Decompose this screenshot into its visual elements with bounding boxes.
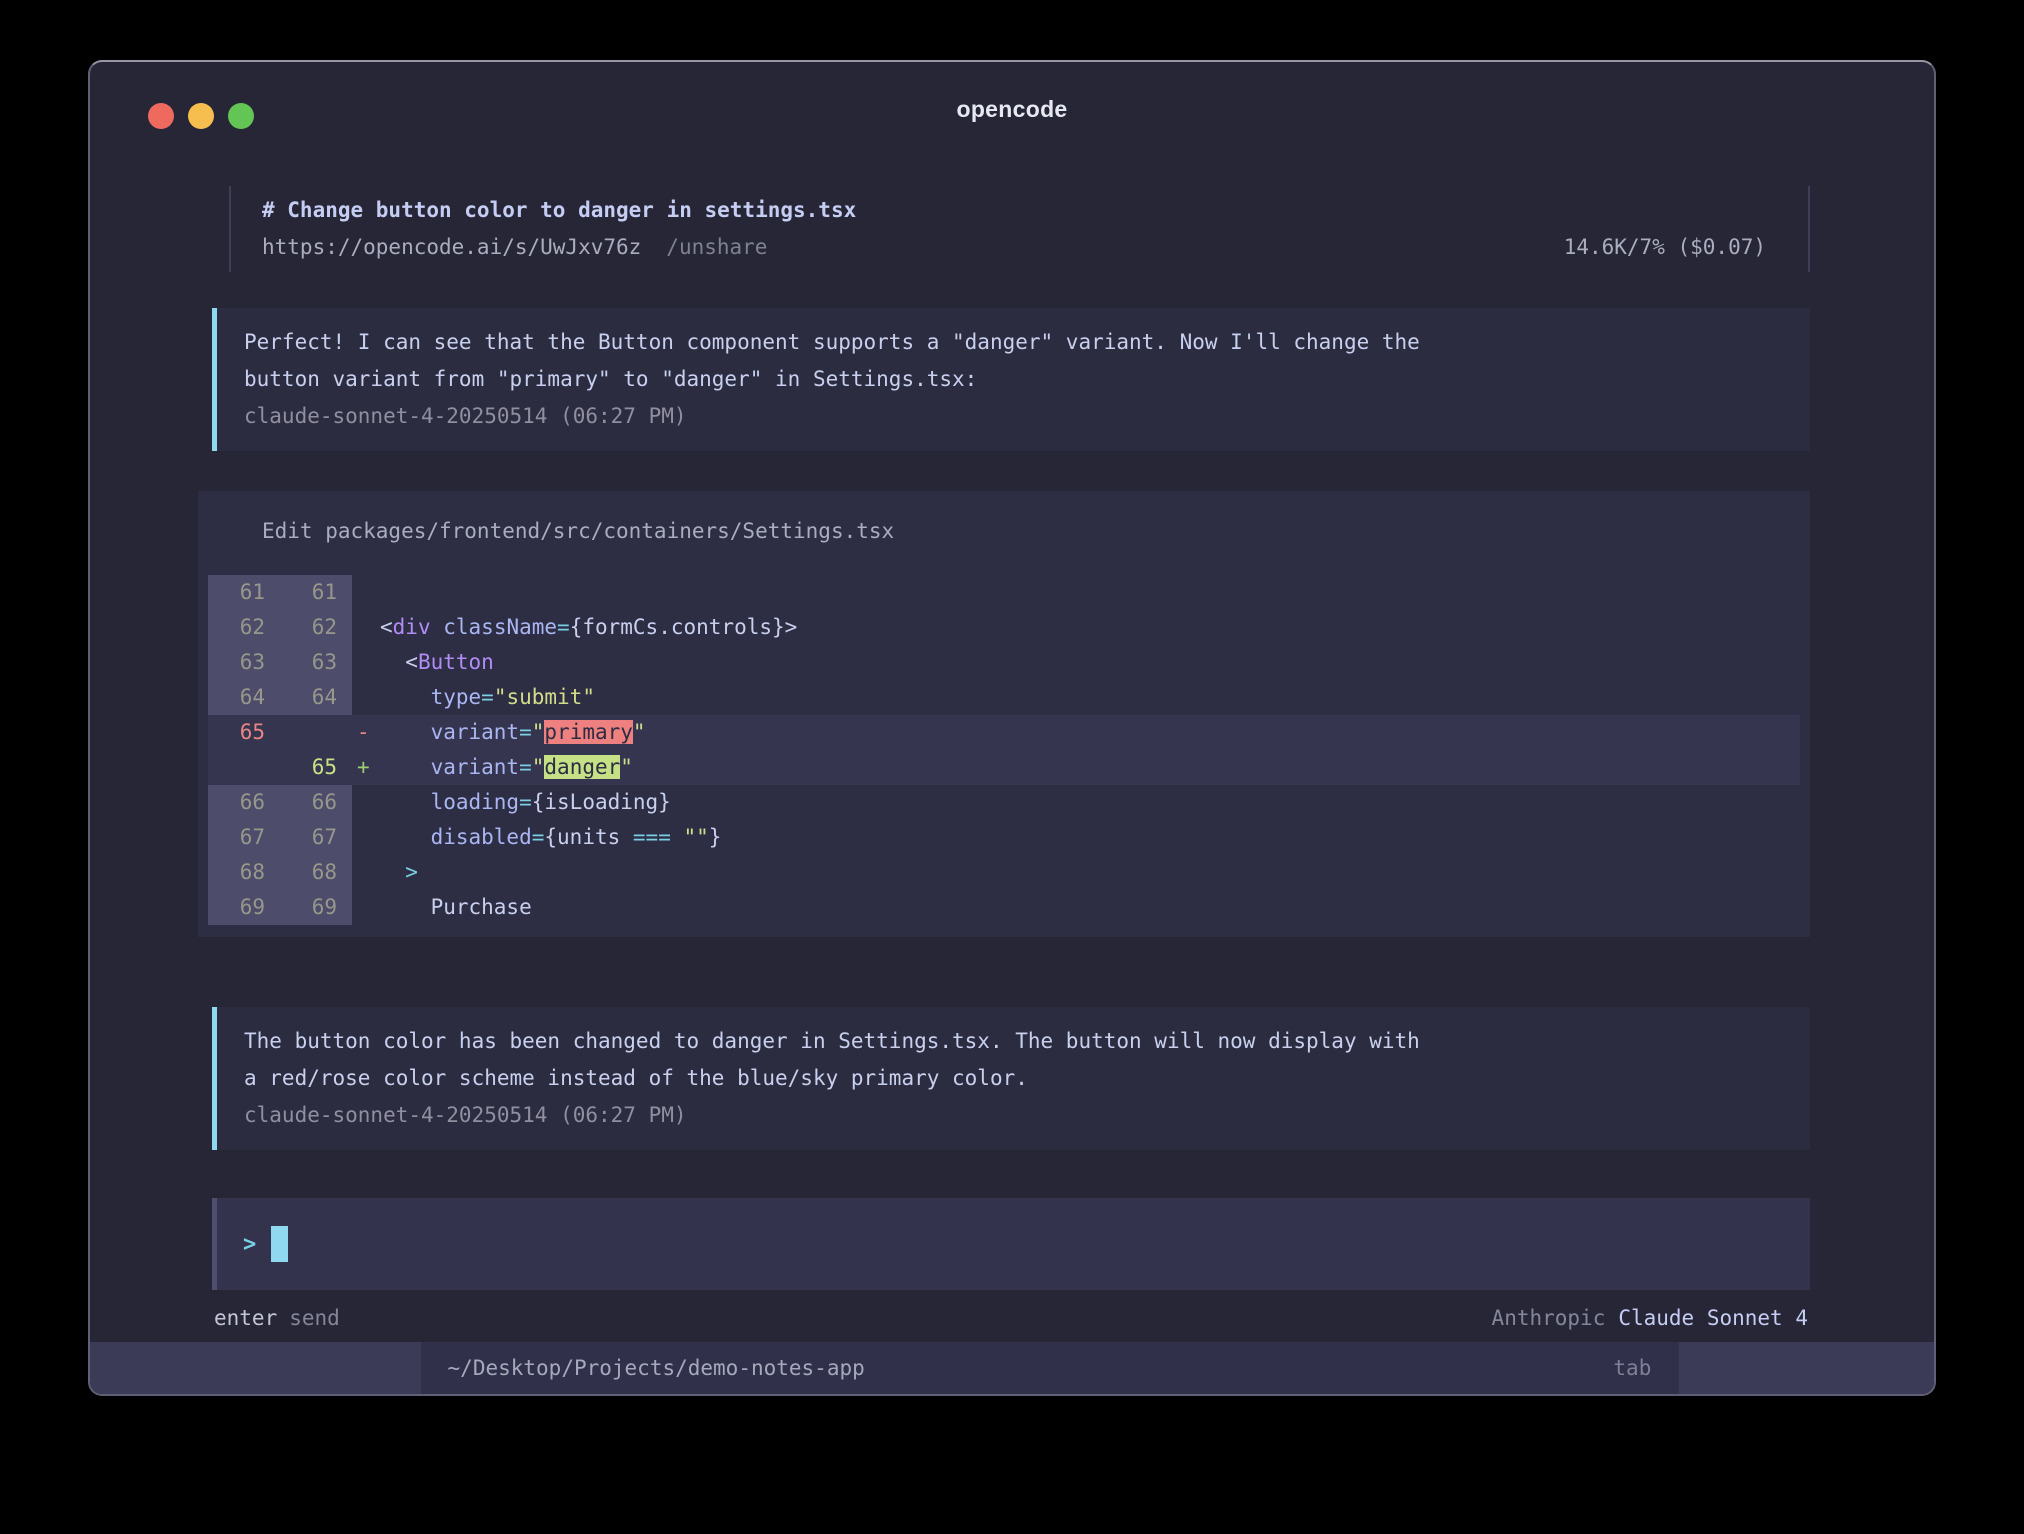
diff-sign — [352, 855, 380, 890]
diff-row: 65 - variant="primary" — [208, 715, 1800, 750]
message-line: a red/rose color scheme instead of the b… — [244, 1060, 1786, 1097]
assistant-message-2: The button color has been changed to dan… — [212, 1007, 1810, 1150]
session-header: # Change button color to danger in setti… — [229, 186, 1810, 272]
code-line — [380, 575, 1800, 610]
diff-row: 6262 <div className={formCs.controls}> — [208, 610, 1800, 645]
code-line: loading={isLoading} — [380, 785, 1800, 820]
diff-sign: + — [352, 750, 380, 785]
diff-sign — [352, 820, 380, 855]
code-line: variant="danger" — [380, 750, 1800, 785]
new-line-number: 66 — [280, 785, 352, 820]
edit-tool-title: Edit packages/frontend/src/containers/Se… — [208, 513, 1800, 549]
new-line-number: 69 — [280, 890, 352, 925]
diff-row: 6464 type="submit" — [208, 680, 1800, 715]
message-text: Perfect! I can see that the Button compo… — [244, 324, 1786, 398]
old-line-number: 64 — [208, 680, 280, 715]
session-title: # Change button color to danger in setti… — [262, 192, 1808, 229]
code-line: disabled={units === ""} — [380, 820, 1800, 855]
prompt-symbol: > — [243, 1232, 256, 1257]
code-line: <Button — [380, 645, 1800, 680]
diff-sign — [352, 680, 380, 715]
share-url-link[interactable]: https://opencode.ai/s/UwJxv76z — [262, 229, 641, 266]
code-line: variant="primary" — [380, 715, 1800, 750]
context-usage-stats: 14.6K/7% ($0.07) — [1564, 229, 1766, 266]
message-meta: claude-sonnet-4-20250514 (06:27 PM) — [244, 1097, 1786, 1134]
message-meta: claude-sonnet-4-20250514 (06:27 PM) — [244, 398, 1786, 435]
session-subline: https://opencode.ai/s/UwJxv76z /unshare … — [262, 229, 1808, 266]
diff-row: 6767 disabled={units === ""} — [208, 820, 1800, 855]
titlebar: opencode — [90, 62, 1934, 148]
statusbar-spacer — [865, 1342, 1614, 1394]
new-line-number: 62 — [280, 610, 352, 645]
diff-sign — [352, 610, 380, 645]
tab-key-hint: tab — [1613, 1342, 1679, 1394]
new-line-number: 67 — [280, 820, 352, 855]
code-line: <div className={formCs.controls}> — [380, 610, 1800, 645]
diff-sign — [352, 890, 380, 925]
enter-hint: enter send — [214, 1300, 340, 1336]
diff-sign: - — [352, 715, 380, 750]
new-line-number: 64 — [280, 680, 352, 715]
new-line-number: 68 — [280, 855, 352, 890]
old-line-number: 65 — [208, 715, 280, 750]
diff-sign — [352, 575, 380, 610]
code-line: Purchase — [380, 890, 1800, 925]
assistant-message-1: Perfect! I can see that the Button compo… — [212, 308, 1810, 451]
old-line-number — [208, 750, 280, 785]
diff-row: 65+ variant="danger" — [208, 750, 1800, 785]
model-provider-label: Anthropic — [1492, 1306, 1606, 1330]
model-indicator: Anthropic Claude Sonnet 4 — [1492, 1300, 1808, 1336]
window-title: opencode — [90, 96, 1934, 123]
old-line-number: 61 — [208, 575, 280, 610]
new-line-number: 63 — [280, 645, 352, 680]
message-text: The button color has been changed to dan… — [244, 1023, 1786, 1097]
old-line-number: 67 — [208, 820, 280, 855]
enter-key-label: enter — [214, 1306, 277, 1330]
new-line-number: 65 — [280, 750, 352, 785]
diff-row: 6969 Purchase — [208, 890, 1800, 925]
mode-segment: BUILDMODE — [1679, 1342, 1934, 1394]
old-line-number: 66 — [208, 785, 280, 820]
status-bar: opencodev0.3.11 ~/Desktop/Projects/demo-… — [90, 1342, 1934, 1394]
code-line: type="submit" — [380, 680, 1800, 715]
old-line-number: 62 — [208, 610, 280, 645]
text-cursor — [271, 1226, 288, 1262]
old-line-number: 68 — [208, 855, 280, 890]
diff-row: 6666 loading={isLoading} — [208, 785, 1800, 820]
model-name-label: Claude Sonnet 4 — [1618, 1306, 1808, 1330]
old-line-number: 63 — [208, 645, 280, 680]
edit-tool-block: Edit packages/frontend/src/containers/Se… — [198, 491, 1810, 937]
unshare-command[interactable]: /unshare — [666, 229, 767, 266]
working-directory: ~/Desktop/Projects/demo-notes-app — [448, 1342, 865, 1394]
app-version-segment: opencodev0.3.11 — [90, 1342, 421, 1394]
diff-sign — [352, 785, 380, 820]
message-line: Perfect! I can see that the Button compo… — [244, 324, 1786, 361]
code-line: > — [380, 855, 1800, 890]
hints-row: enter send Anthropic Claude Sonnet 4 — [212, 1300, 1810, 1336]
old-line-number: 69 — [208, 890, 280, 925]
new-line-number: 61 — [280, 575, 352, 610]
diff-sign — [352, 645, 380, 680]
prompt-input[interactable]: > — [212, 1198, 1810, 1290]
diff-row: 6161 — [208, 575, 1800, 610]
diff-row: 6868 > — [208, 855, 1800, 890]
main-content: # Change button color to danger in setti… — [90, 148, 1934, 1342]
message-line: The button color has been changed to dan… — [244, 1023, 1786, 1060]
message-line: button variant from "primary" to "danger… — [244, 361, 1786, 398]
diff-view: 61616262 <div className={formCs.controls}… — [208, 575, 1800, 925]
new-line-number — [280, 715, 352, 750]
send-action-label: send — [289, 1306, 340, 1330]
diff-row: 6363 <Button — [208, 645, 1800, 680]
app-window: opencode # Change button color to danger… — [88, 60, 1936, 1396]
